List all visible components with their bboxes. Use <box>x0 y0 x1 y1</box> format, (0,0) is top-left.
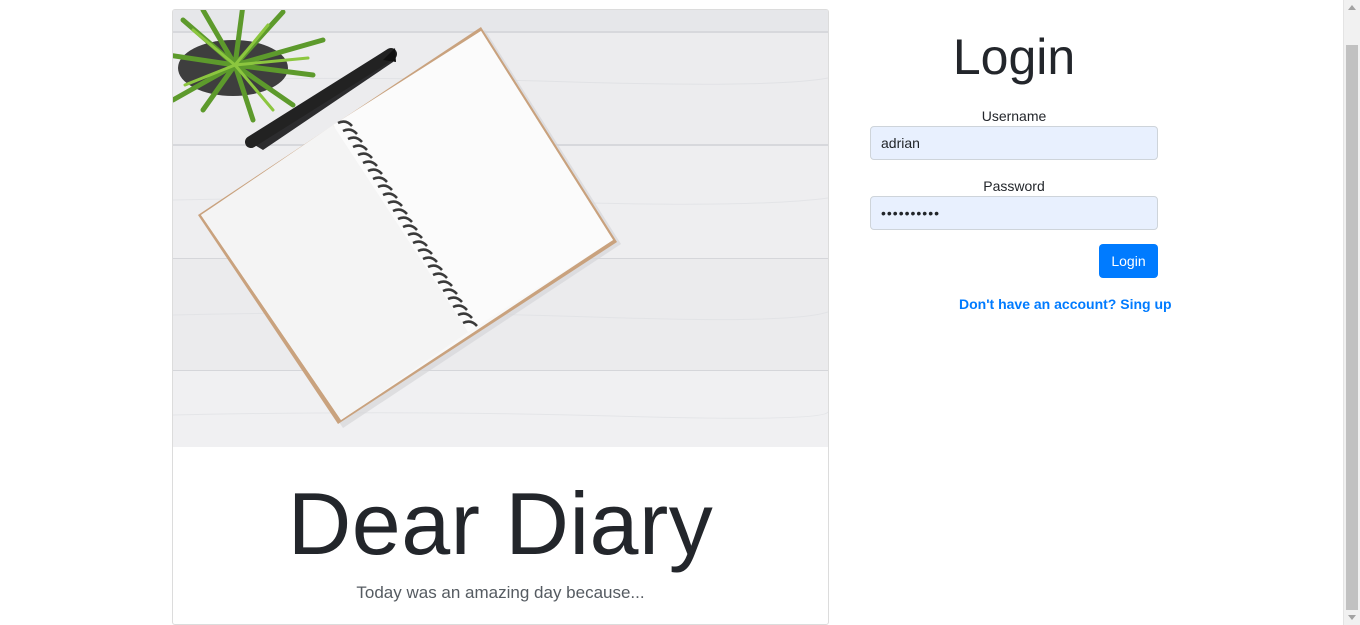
signup-link[interactable]: Don't have an account? Sing up <box>959 296 1172 312</box>
login-page: Dear Diary Today was an amazing day beca… <box>0 0 1360 625</box>
notebook-photo <box>173 10 828 447</box>
username-input[interactable] <box>870 126 1158 160</box>
username-label: Username <box>981 108 1047 124</box>
password-label: Password <box>983 178 1045 194</box>
vertical-scrollbar[interactable] <box>1343 0 1360 625</box>
scroll-down-arrow-icon[interactable] <box>1348 615 1356 620</box>
password-input[interactable] <box>870 196 1158 230</box>
diary-subtitle: Today was an amazing day because... <box>356 583 645 602</box>
scroll-up-arrow-icon[interactable] <box>1348 5 1356 10</box>
diary-title: Dear Diary <box>287 474 714 573</box>
login-heading: Login <box>952 29 1076 85</box>
scrollbar-thumb[interactable] <box>1346 45 1358 610</box>
diary-card: Dear Diary Today was an amazing day beca… <box>172 9 829 625</box>
login-button[interactable]: Login <box>1099 244 1158 278</box>
